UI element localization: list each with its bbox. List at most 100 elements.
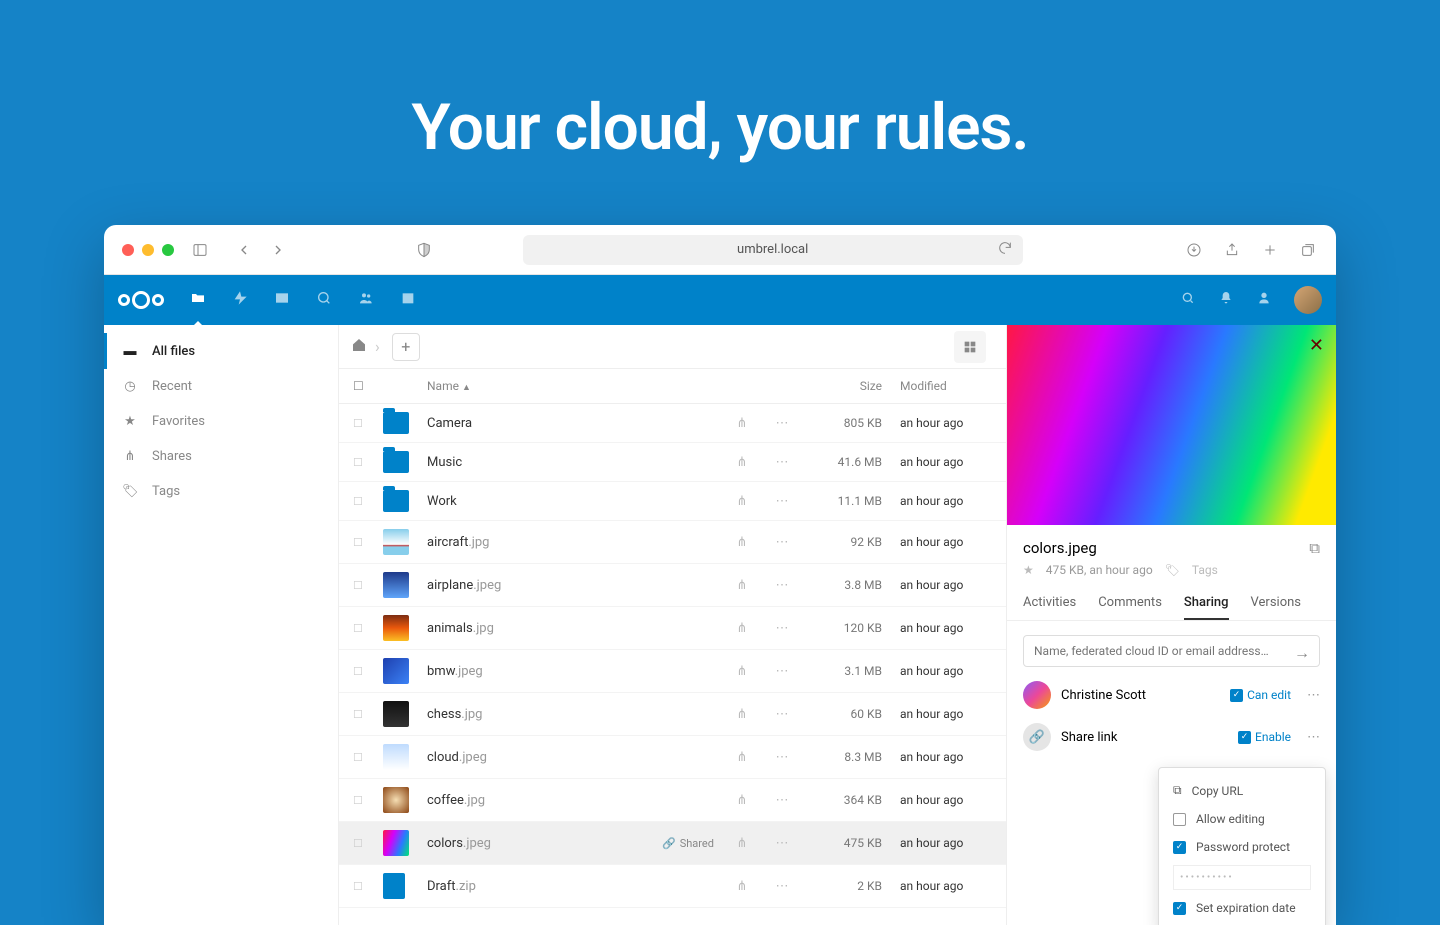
activity-app-icon[interactable]	[232, 290, 248, 310]
col-name[interactable]: Name ▲	[427, 379, 662, 393]
share-action-icon[interactable]: ⋔	[722, 793, 762, 808]
table-row[interactable]: ☐airplane.jpeg⋔⋯3.8 MBan hour ago	[339, 564, 1006, 607]
share-input[interactable]	[1023, 635, 1320, 667]
tag-icon[interactable]: 🏷	[1165, 563, 1180, 577]
row-checkbox[interactable]: ☐	[353, 794, 383, 807]
row-checkbox[interactable]: ☐	[353, 536, 383, 549]
file-name[interactable]: airplane.jpeg	[427, 578, 662, 593]
table-row[interactable]: ☐bmw.jpeg⋔⋯3.1 MBan hour ago	[339, 650, 1006, 693]
files-app-icon[interactable]	[190, 290, 206, 310]
file-name[interactable]: animals.jpg	[427, 621, 662, 636]
more-icon[interactable]: ⋯	[762, 455, 802, 470]
share-action-icon[interactable]: ⋔	[722, 455, 762, 470]
more-icon[interactable]: ⋯	[762, 793, 802, 808]
row-checkbox[interactable]: ☐	[353, 665, 383, 678]
search-icon[interactable]	[1180, 290, 1196, 310]
star-icon[interactable]: ★	[1023, 563, 1034, 577]
sidebar-item-all-files[interactable]: ▬All files	[104, 333, 338, 369]
minimize-window-icon[interactable]	[142, 244, 154, 256]
more-icon[interactable]: ⋯	[762, 416, 802, 431]
forward-icon[interactable]	[268, 242, 288, 258]
sidebar-item-recent[interactable]: ◷Recent	[104, 369, 338, 404]
more-icon[interactable]: ⋯	[762, 535, 802, 550]
grid-view-icon[interactable]	[954, 331, 986, 363]
sidebar-item-tags[interactable]: 🏷Tags	[104, 474, 338, 509]
row-checkbox[interactable]: ☐	[353, 837, 383, 850]
can-edit-checkbox[interactable]: ✓Can edit	[1230, 688, 1291, 702]
table-row[interactable]: ☐coffee.jpg⋔⋯364 KBan hour ago	[339, 779, 1006, 822]
share-action-icon[interactable]: ⋔	[722, 836, 762, 851]
file-name[interactable]: chess.jpg	[427, 707, 662, 722]
file-name[interactable]: Draft.zip	[427, 879, 662, 894]
table-row[interactable]: ☐chess.jpg⋔⋯60 KBan hour ago	[339, 693, 1006, 736]
row-checkbox[interactable]: ☐	[353, 622, 383, 635]
contacts-app-icon[interactable]	[358, 290, 374, 310]
calendar-app-icon[interactable]	[400, 290, 416, 310]
table-row[interactable]: ☐colors.jpeg🔗 Shared⋔⋯475 KBan hour ago	[339, 822, 1006, 865]
share-icon[interactable]	[1222, 242, 1242, 258]
more-icon[interactable]: ⋯	[762, 836, 802, 851]
gallery-app-icon[interactable]	[274, 290, 290, 310]
window-controls[interactable]	[122, 244, 174, 256]
share-action-icon[interactable]: ⋔	[722, 664, 762, 679]
copy-icon[interactable]: ⧉	[1309, 539, 1320, 557]
table-row[interactable]: ☐cloud.jpeg⋔⋯8.3 MBan hour ago	[339, 736, 1006, 779]
more-icon[interactable]: ⋯	[1307, 688, 1320, 703]
more-icon[interactable]: ⋯	[762, 707, 802, 722]
file-name[interactable]: Camera	[427, 416, 662, 431]
tab-comments[interactable]: Comments	[1098, 587, 1162, 620]
file-name[interactable]: cloud.jpeg	[427, 750, 662, 765]
close-window-icon[interactable]	[122, 244, 134, 256]
maximize-window-icon[interactable]	[162, 244, 174, 256]
file-name[interactable]: bmw.jpeg	[427, 664, 662, 679]
new-button[interactable]: +	[392, 333, 420, 361]
row-checkbox[interactable]: ☐	[353, 751, 383, 764]
share-action-icon[interactable]: ⋔	[722, 416, 762, 431]
table-row[interactable]: ☐Draft.zip⋔⋯2 KBan hour ago	[339, 865, 1006, 908]
password-field[interactable]: ••••••••••	[1173, 865, 1311, 890]
row-checkbox[interactable]: ☐	[353, 708, 383, 721]
user-avatar[interactable]	[1294, 286, 1322, 314]
nextcloud-logo[interactable]	[118, 291, 164, 309]
close-icon[interactable]: ✕	[1309, 335, 1324, 356]
row-checkbox[interactable]: ☐	[353, 495, 383, 508]
col-modified[interactable]: Modified	[882, 379, 992, 393]
table-row[interactable]: ☐Camera⋔⋯805 KBan hour ago	[339, 404, 1006, 443]
row-checkbox[interactable]: ☐	[353, 417, 383, 430]
file-name[interactable]: Music	[427, 455, 662, 470]
row-checkbox[interactable]: ☐	[353, 579, 383, 592]
row-checkbox[interactable]: ☐	[353, 880, 383, 893]
file-name[interactable]: Work	[427, 494, 662, 509]
shield-icon[interactable]	[414, 242, 434, 258]
share-action-icon[interactable]: ⋔	[722, 621, 762, 636]
url-bar[interactable]: umbrel.local	[523, 235, 1023, 265]
tabs-icon[interactable]	[1298, 242, 1318, 258]
table-row[interactable]: ☐Music⋔⋯41.6 MBan hour ago	[339, 443, 1006, 482]
share-action-icon[interactable]: ⋔	[722, 750, 762, 765]
expiration-item[interactable]: ✓Set expiration date	[1159, 894, 1325, 922]
row-checkbox[interactable]: ☐	[353, 456, 383, 469]
arrow-right-icon[interactable]: →	[1294, 643, 1310, 663]
share-action-icon[interactable]: ⋔	[722, 879, 762, 894]
share-action-icon[interactable]: ⋔	[722, 707, 762, 722]
tab-activities[interactable]: Activities	[1023, 587, 1076, 620]
more-icon[interactable]: ⋯	[762, 494, 802, 509]
file-name[interactable]: coffee.jpg	[427, 793, 662, 808]
back-icon[interactable]	[234, 242, 254, 258]
home-icon[interactable]	[351, 337, 367, 357]
reload-icon[interactable]	[997, 240, 1013, 260]
table-row[interactable]: ☐aircraft.jpg⋔⋯92 KBan hour ago	[339, 521, 1006, 564]
file-name[interactable]: colors.jpeg	[427, 836, 662, 851]
copy-url-item[interactable]: ⧉Copy URL	[1159, 776, 1325, 805]
allow-editing-item[interactable]: Allow editing	[1159, 805, 1325, 833]
share-action-icon[interactable]: ⋔	[722, 494, 762, 509]
sidebar-item-shares[interactable]: ⋔Shares	[104, 439, 338, 474]
details-tags[interactable]: Tags	[1192, 563, 1218, 577]
new-tab-icon[interactable]	[1260, 242, 1280, 258]
more-icon[interactable]: ⋯	[762, 664, 802, 679]
share-action-icon[interactable]: ⋔	[722, 535, 762, 550]
more-icon[interactable]: ⋯	[762, 750, 802, 765]
table-row[interactable]: ☐animals.jpg⋔⋯120 KBan hour ago	[339, 607, 1006, 650]
downloads-icon[interactable]	[1184, 242, 1204, 258]
tab-sharing[interactable]: Sharing	[1184, 587, 1229, 620]
